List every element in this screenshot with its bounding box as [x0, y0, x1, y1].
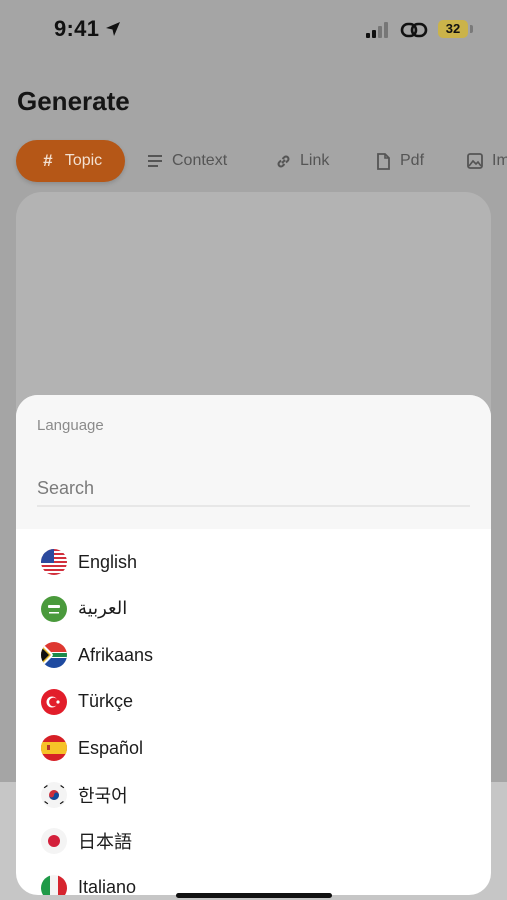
status-bar: 9:41 32 — [0, 0, 507, 60]
tab-image[interactable]: Im — [466, 140, 507, 182]
cellular-signal-icon — [366, 22, 388, 38]
page-title: Generate — [17, 86, 130, 116]
status-time: 9:41 — [54, 16, 100, 41]
sheet-title: Language — [37, 417, 104, 434]
language-label: العربية — [78, 598, 128, 619]
italy-flag-icon — [41, 874, 67, 895]
language-item-korean[interactable]: 한국어 — [16, 772, 491, 819]
language-item-afrikaans[interactable]: Afrikaans — [16, 632, 491, 679]
tab-label: Context — [172, 152, 228, 169]
south-africa-flag-icon — [41, 642, 67, 669]
language-label: Türkçe — [78, 691, 134, 712]
language-sheet: Language English — [16, 395, 491, 895]
home-indicator[interactable] — [176, 893, 332, 898]
tab-topic[interactable]: # Topic — [16, 140, 125, 182]
image-icon — [466, 152, 484, 170]
us-flag-icon — [41, 549, 67, 576]
battery-level: 32 — [445, 21, 461, 36]
language-item-turkish[interactable]: Türkçe — [16, 679, 491, 726]
language-item-arabic[interactable]: العربية — [16, 586, 491, 633]
tab-link[interactable]: Link — [274, 140, 329, 182]
language-label: Italiano — [78, 877, 137, 895]
sheet-header: Language — [16, 395, 491, 529]
language-item-italian[interactable]: Italiano — [16, 865, 491, 895]
battery-tip — [470, 25, 473, 33]
link-icon — [274, 152, 292, 170]
tab-label: Pdf — [400, 152, 425, 169]
language-item-spanish[interactable]: Español — [16, 725, 491, 772]
hotspot-link-icon — [400, 22, 428, 38]
language-list: English العربية Afrikaans Türkçe Español… — [16, 539, 491, 895]
language-label: English — [78, 551, 138, 572]
language-label: 한국어 — [78, 785, 128, 806]
tab-label: Topic — [64, 152, 103, 169]
language-label: Afrikaans — [78, 644, 154, 665]
language-search-input[interactable] — [37, 471, 470, 507]
lines-icon — [146, 152, 164, 170]
saudi-flag-icon — [41, 595, 67, 622]
language-item-japanese[interactable]: 日本語 — [16, 818, 491, 865]
location-arrow-icon — [106, 22, 120, 36]
tab-label: Link — [300, 152, 330, 169]
japan-flag-icon — [41, 828, 67, 855]
spain-flag-icon — [41, 735, 67, 762]
battery-indicator: 32 — [438, 20, 468, 38]
tab-context[interactable]: Context — [146, 140, 227, 182]
language-item-english[interactable]: English — [16, 539, 491, 586]
document-icon — [374, 152, 392, 170]
source-tabs: # Topic Context Link Pdf Im — [0, 140, 507, 184]
tab-label: Im — [492, 152, 507, 169]
tab-pdf[interactable]: Pdf — [374, 140, 424, 182]
hash-icon: # — [43, 151, 53, 170]
korea-flag-icon — [41, 781, 67, 808]
turkey-flag-icon — [41, 688, 67, 715]
language-label: Español — [78, 737, 144, 758]
language-label: 日本語 — [78, 832, 132, 853]
